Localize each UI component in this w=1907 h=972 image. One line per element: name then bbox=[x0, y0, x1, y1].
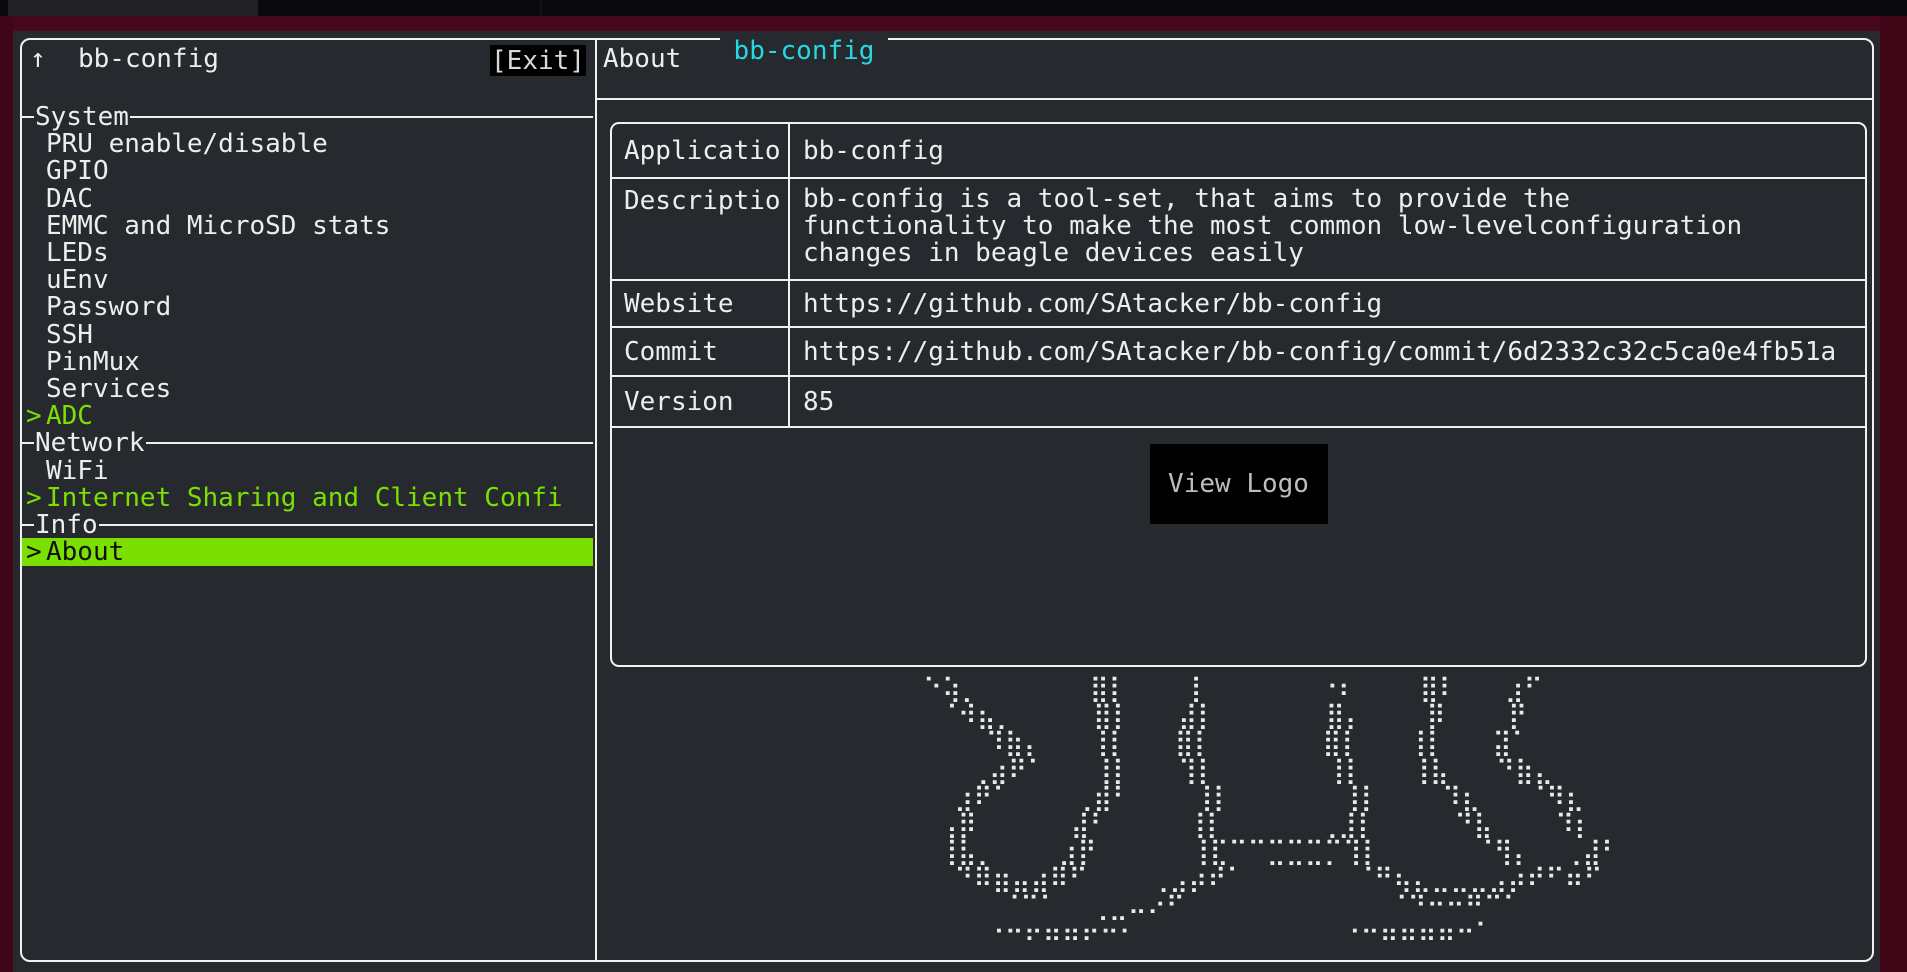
selection-arrow: > bbox=[26, 484, 42, 512]
menu-item-adc[interactable]: > ADC bbox=[22, 402, 593, 430]
menu-item-ssh[interactable]: SSH bbox=[22, 321, 593, 349]
row-label: Version bbox=[612, 377, 790, 426]
row-label: Applicatio bbox=[612, 124, 790, 177]
menu-item-emmc-microsd[interactable]: EMMC and MicroSD stats bbox=[22, 212, 593, 240]
screenshot-root: bb-config ↑ bb-config [Exit] About Syste… bbox=[0, 0, 1907, 972]
table-row-commit: Commit https://github.com/SAtacker/bb-co… bbox=[612, 328, 1865, 377]
terminal-tab-bar bbox=[0, 0, 1907, 16]
menu-item-services[interactable]: Services bbox=[22, 375, 593, 403]
menu-item-password[interactable]: Password bbox=[22, 293, 593, 321]
selection-arrow: > bbox=[26, 402, 42, 430]
table-row-description: Descriptio bb-config is a tool-set, that… bbox=[612, 179, 1865, 281]
about-info-table: Applicatio bb-config Descriptio bb-confi… bbox=[610, 122, 1867, 667]
menu-item-internet-sharing[interactable]: > Internet Sharing and Client Confi bbox=[22, 484, 593, 512]
menu-item-about[interactable]: > About bbox=[22, 538, 593, 566]
terminal-viewport: bb-config ↑ bb-config [Exit] About Syste… bbox=[13, 31, 1880, 972]
right-panel-separator bbox=[595, 98, 1874, 100]
table-row-version: Version 85 bbox=[612, 377, 1865, 428]
table-row-website: Website https://github.com/SAtacker/bb-c… bbox=[612, 281, 1865, 328]
menu-item-leds[interactable]: LEDs bbox=[22, 239, 593, 267]
table-row-logo-button: View Logo bbox=[612, 428, 1865, 665]
row-label: Descriptio bbox=[612, 179, 790, 279]
section-title: Info bbox=[34, 510, 99, 540]
selection-arrow: > bbox=[26, 538, 42, 566]
row-value: https://github.com/SAtacker/bb-config bbox=[790, 281, 1865, 326]
row-label: Commit bbox=[612, 328, 790, 375]
frame-title-text: bb-config bbox=[720, 36, 889, 66]
menu-item-uenv[interactable]: uEnv bbox=[22, 266, 593, 294]
menu-item-pinmux[interactable]: PinMux bbox=[22, 348, 593, 376]
menu-item-dac[interactable]: DAC bbox=[22, 185, 593, 213]
menu-item-pru[interactable]: PRU enable/disable bbox=[22, 130, 593, 158]
section-title: System bbox=[34, 102, 130, 132]
tab-divider bbox=[540, 0, 542, 16]
row-value: bb-config is a tool-set, that aims to pr… bbox=[790, 179, 1865, 279]
window-frame-top bbox=[0, 16, 1907, 31]
section-header-system: System bbox=[22, 103, 593, 130]
view-logo-button[interactable]: View Logo bbox=[1150, 444, 1328, 524]
page-title: About bbox=[603, 44, 681, 74]
section-header-network: Network bbox=[22, 429, 593, 456]
section-header-info: Info bbox=[22, 511, 593, 538]
terminal-tab[interactable] bbox=[8, 0, 258, 16]
row-value: https://github.com/SAtacker/bb-config/co… bbox=[790, 328, 1865, 375]
window-frame-right bbox=[1880, 16, 1907, 972]
table-row-application: Applicatio bb-config bbox=[612, 124, 1865, 179]
section-title: Network bbox=[34, 428, 146, 458]
panel-divider bbox=[595, 38, 597, 962]
menu-item-wifi[interactable]: WiFi bbox=[22, 457, 593, 485]
beagle-braille-logo: ⠑⢵⡀ ⣿⡇ ⡇ ⠐⠆ ⣿⠇ ⣰⠋ ⠈⠺⣦⡀ ⣿⡇ ⣼⡇ ⣿⡄ ⡿ ⡟ ⠹⣷⡄ … bbox=[923, 676, 1620, 948]
menu-item-gpio[interactable]: GPIO bbox=[22, 157, 593, 185]
row-value: 85 bbox=[790, 377, 1865, 426]
row-label: Website bbox=[612, 281, 790, 326]
sidebar-menu: System PRU enable/disable GPIO DAC EMMC … bbox=[22, 31, 593, 955]
row-value: bb-config bbox=[790, 124, 1865, 177]
window-frame-left bbox=[0, 16, 13, 972]
